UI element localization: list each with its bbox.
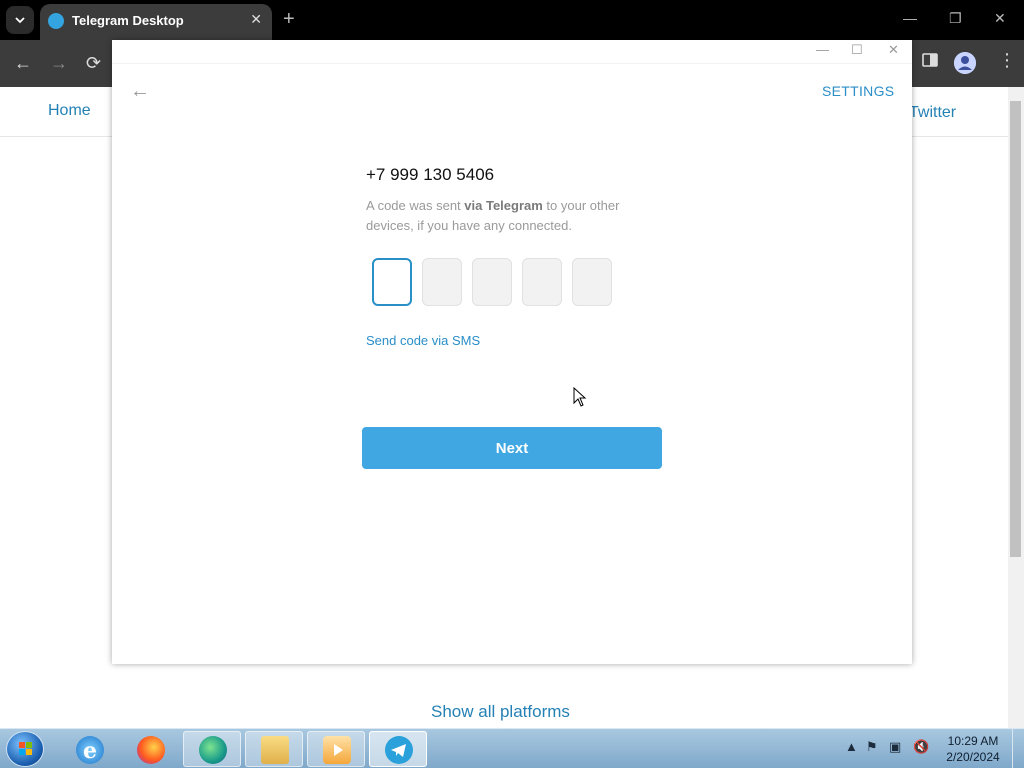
firefox-icon — [137, 736, 165, 764]
settings-button[interactable]: SETTINGS — [822, 83, 894, 99]
show-all-platforms-link[interactable]: Show all platforms — [431, 702, 570, 722]
taskbar-firefox[interactable] — [121, 731, 179, 767]
code-digit-4[interactable] — [522, 258, 562, 306]
forward-button[interactable]: → — [50, 53, 68, 74]
tray-overflow-icon[interactable]: ▲ — [845, 739, 858, 754]
taskbar-file-explorer[interactable] — [245, 731, 303, 767]
back-arrow-icon[interactable]: ← — [130, 80, 150, 103]
edge-icon — [199, 736, 227, 764]
back-button[interactable]: ← — [14, 53, 32, 74]
telegram-favicon-icon — [48, 13, 64, 29]
tab-search-button[interactable] — [6, 6, 34, 34]
browser-tabbar: Telegram Desktop ✕ + — ❐ ✕ — [0, 0, 1024, 40]
telegram-titlebar: — ☐ ✕ — [112, 40, 912, 64]
telegram-close-button[interactable]: ✕ — [888, 42, 899, 58]
svg-text:e: e — [83, 738, 97, 764]
taskbar-telegram[interactable] — [369, 731, 427, 767]
internet-explorer-icon: e — [76, 736, 104, 764]
taskbar-media-player[interactable] — [307, 731, 365, 767]
tab-title: Telegram Desktop — [72, 13, 184, 28]
nav-twitter-link[interactable]: Twitter — [909, 104, 956, 122]
telegram-minimize-button[interactable]: — — [816, 42, 829, 57]
windows-logo-icon — [19, 742, 32, 755]
system-clock[interactable]: 10:29 AM 2/20/2024 — [942, 733, 1004, 765]
next-button[interactable]: Next — [362, 427, 662, 469]
window-close-button[interactable]: ✕ — [994, 10, 1006, 27]
show-desktop-button[interactable] — [1012, 729, 1024, 768]
sidebar-icon[interactable] — [922, 52, 938, 73]
window-restore-button[interactable]: ❐ — [949, 10, 962, 27]
telegram-maximize-button[interactable]: ☐ — [851, 42, 863, 58]
phone-number: +7 999 130 5406 — [366, 165, 495, 184]
clock-time: 10:29 AM — [947, 734, 999, 748]
code-digit-1[interactable] — [372, 258, 412, 306]
telegram-window: — ☐ ✕ ← SETTINGS +7 999 130 5406 A code … — [112, 40, 912, 664]
network-icon[interactable]: ▣ — [889, 739, 901, 755]
page-scrollbar[interactable] — [1008, 87, 1024, 728]
reload-button[interactable]: ⟳ — [86, 53, 101, 74]
start-button[interactable] — [6, 731, 44, 767]
folder-icon — [261, 736, 289, 764]
desc-prefix: A code was sent — [366, 198, 465, 213]
media-player-icon — [323, 736, 351, 764]
nav-home-link[interactable]: Home — [48, 102, 91, 120]
profile-icon[interactable] — [954, 52, 976, 74]
tab-close-icon[interactable]: ✕ — [250, 11, 262, 28]
code-sent-description: A code was sent via Telegram to your oth… — [366, 196, 666, 236]
taskbar-internet-explorer[interactable]: e — [60, 731, 118, 767]
window-minimize-button[interactable]: — — [903, 10, 917, 26]
code-digit-5[interactable] — [572, 258, 612, 306]
telegram-icon — [385, 736, 413, 764]
code-digit-2[interactable] — [422, 258, 462, 306]
send-code-via-sms-link[interactable]: Send code via SMS — [366, 333, 480, 348]
clock-date: 2/20/2024 — [946, 750, 1000, 764]
code-digit-3[interactable] — [472, 258, 512, 306]
code-input-group — [372, 258, 612, 306]
taskbar-edge[interactable] — [183, 731, 241, 767]
desc-bold: via Telegram — [464, 198, 543, 213]
chevron-down-icon — [15, 17, 25, 24]
new-tab-button[interactable]: + — [283, 8, 295, 31]
browser-menu-button[interactable]: ⋮ — [998, 50, 1016, 71]
volume-muted-icon[interactable]: 🔇 — [913, 739, 929, 755]
windows-taskbar: e ▲ ⚑ ▣ 🔇 10:29 AM 2/20/2024 — [0, 728, 1024, 768]
action-center-flag-icon[interactable]: ⚑ — [866, 739, 878, 755]
browser-tab[interactable]: Telegram Desktop ✕ — [40, 4, 272, 40]
scrollbar-thumb[interactable] — [1010, 101, 1021, 557]
